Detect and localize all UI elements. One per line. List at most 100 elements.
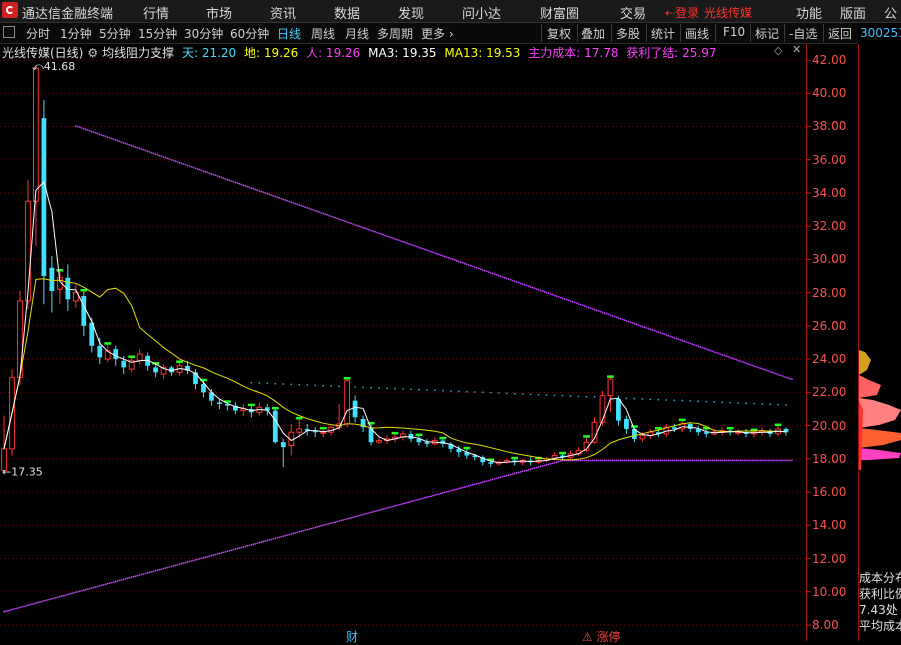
resistance-dot: [563, 298, 566, 300]
menu-item-discover[interactable]: 发现: [398, 3, 424, 22]
login-link[interactable]: ⇠登录: [665, 4, 699, 21]
btn-adjust[interactable]: 复权: [547, 25, 571, 42]
menu-item-public[interactable]: 公: [884, 3, 897, 22]
menu-item-xiaoda[interactable]: 问小达: [462, 3, 501, 22]
stock-name-tab[interactable]: 光线传媒: [704, 4, 752, 21]
btn-multi-stock[interactable]: 多股: [616, 25, 640, 42]
btn-back[interactable]: 返回: [828, 25, 852, 42]
resistance-dot: [775, 372, 777, 375]
period-daily[interactable]: 日线: [277, 25, 301, 42]
resistance-dot: [178, 161, 181, 164]
btn-draw[interactable]: 画线: [685, 25, 709, 42]
resistance-dot: [312, 208, 315, 211]
support-dot: [168, 566, 171, 568]
period-1min[interactable]: 1分钟: [60, 25, 92, 42]
period-60min[interactable]: 60分钟: [230, 25, 269, 42]
tian-dot: [378, 387, 380, 389]
btn-f10[interactable]: F10: [723, 25, 745, 39]
toolbar-divider: [577, 24, 578, 42]
resistance-dot: [671, 336, 674, 338]
support-dot: [751, 459, 753, 462]
menu-item-wealth-circle[interactable]: 财富圈: [540, 3, 579, 22]
resistance-dot: [435, 252, 438, 255]
btn-overlay[interactable]: 叠加: [581, 25, 605, 42]
menu-item-quotes[interactable]: 行情: [143, 3, 169, 22]
support-dot: [188, 560, 191, 563]
resistance-dot: [330, 215, 333, 218]
support-dot: [226, 550, 229, 553]
btn-stats[interactable]: 统计: [651, 25, 675, 42]
support-dot: [497, 476, 500, 479]
support-dot: [591, 459, 594, 462]
period-intraday[interactable]: 分时: [26, 25, 50, 42]
menu-item-news[interactable]: 资讯: [270, 3, 296, 22]
resistance-dot: [683, 340, 686, 343]
support-dot: [138, 574, 141, 576]
support-dot: [705, 459, 708, 462]
resistance-dot: [92, 131, 95, 134]
menu-item-trade[interactable]: 交易: [620, 3, 646, 22]
resistance-dot: [537, 288, 540, 291]
resistance-dot: [162, 156, 165, 158]
support-dot: [276, 536, 279, 539]
btn-mark[interactable]: 标记: [755, 25, 779, 42]
period-monthly[interactable]: 月线: [345, 25, 369, 42]
support-dot: [531, 467, 534, 470]
support-dot: [150, 570, 153, 573]
support-dot: [222, 551, 225, 554]
support-dot: [286, 534, 289, 536]
resistance-dot: [86, 129, 89, 132]
finance-tag[interactable]: 财: [346, 628, 358, 645]
diamond-icon[interactable]: ◇: [774, 44, 782, 57]
menu-item-function[interactable]: 功能: [796, 3, 822, 22]
support-dot: [366, 512, 368, 515]
period-5min[interactable]: 5分钟: [99, 25, 131, 42]
support-dot: [218, 552, 221, 555]
period-more[interactable]: 更多 ›: [421, 25, 454, 42]
limit-up-tag[interactable]: ⚠ 涨停: [582, 628, 621, 645]
menu-item-layout[interactable]: 版面: [840, 3, 866, 22]
menu-item-market[interactable]: 市场: [206, 3, 232, 22]
support-dot: [545, 463, 548, 466]
support-dot: [439, 492, 442, 495]
indicator-name[interactable]: 均线阻力支撑: [102, 46, 174, 60]
resistance-dot: [150, 151, 153, 154]
support-dot: [230, 549, 233, 552]
resistance-dot: [428, 250, 430, 252]
tian-dot: [553, 394, 556, 397]
support-dot: [306, 528, 309, 531]
kline-chart[interactable]: ⤺41.68 ←17.35: [0, 60, 858, 641]
support-dot: [310, 527, 313, 530]
support-dot: [130, 576, 133, 579]
window-toggle-icon[interactable]: [3, 26, 15, 38]
support-dot: [94, 586, 97, 588]
btn-remove-watchlist[interactable]: -自选: [789, 25, 817, 42]
period-15min[interactable]: 15分钟: [138, 25, 177, 42]
resistance-dot: [300, 204, 303, 207]
resistance-dot: [360, 225, 362, 228]
resistance-dot: [609, 314, 612, 317]
support-dot: [749, 459, 751, 462]
support-dot: [350, 516, 353, 519]
support-dot: [509, 473, 512, 476]
candle-body: [33, 67, 39, 202]
support-dot: [759, 459, 761, 462]
resistance-dot: [595, 309, 598, 312]
support-dot: [424, 496, 426, 499]
candle-body: [352, 400, 358, 418]
support-dot: [645, 459, 648, 462]
support-dot: [118, 579, 121, 582]
period-weekly[interactable]: 周线: [311, 25, 335, 42]
period-30min[interactable]: 30分钟: [184, 25, 223, 42]
support-dot: [426, 496, 428, 499]
close-icon[interactable]: ✕: [792, 43, 801, 56]
menu-item-data[interactable]: 数据: [334, 3, 360, 22]
support-dot: [483, 480, 486, 483]
support-dot: [731, 459, 734, 462]
period-multi[interactable]: 多周期: [377, 25, 413, 42]
support-dot: [489, 479, 492, 481]
resistance-dot: [324, 213, 327, 216]
support-dot: [84, 588, 87, 591]
support-dot: [316, 526, 319, 528]
resistance-dot: [196, 168, 199, 170]
